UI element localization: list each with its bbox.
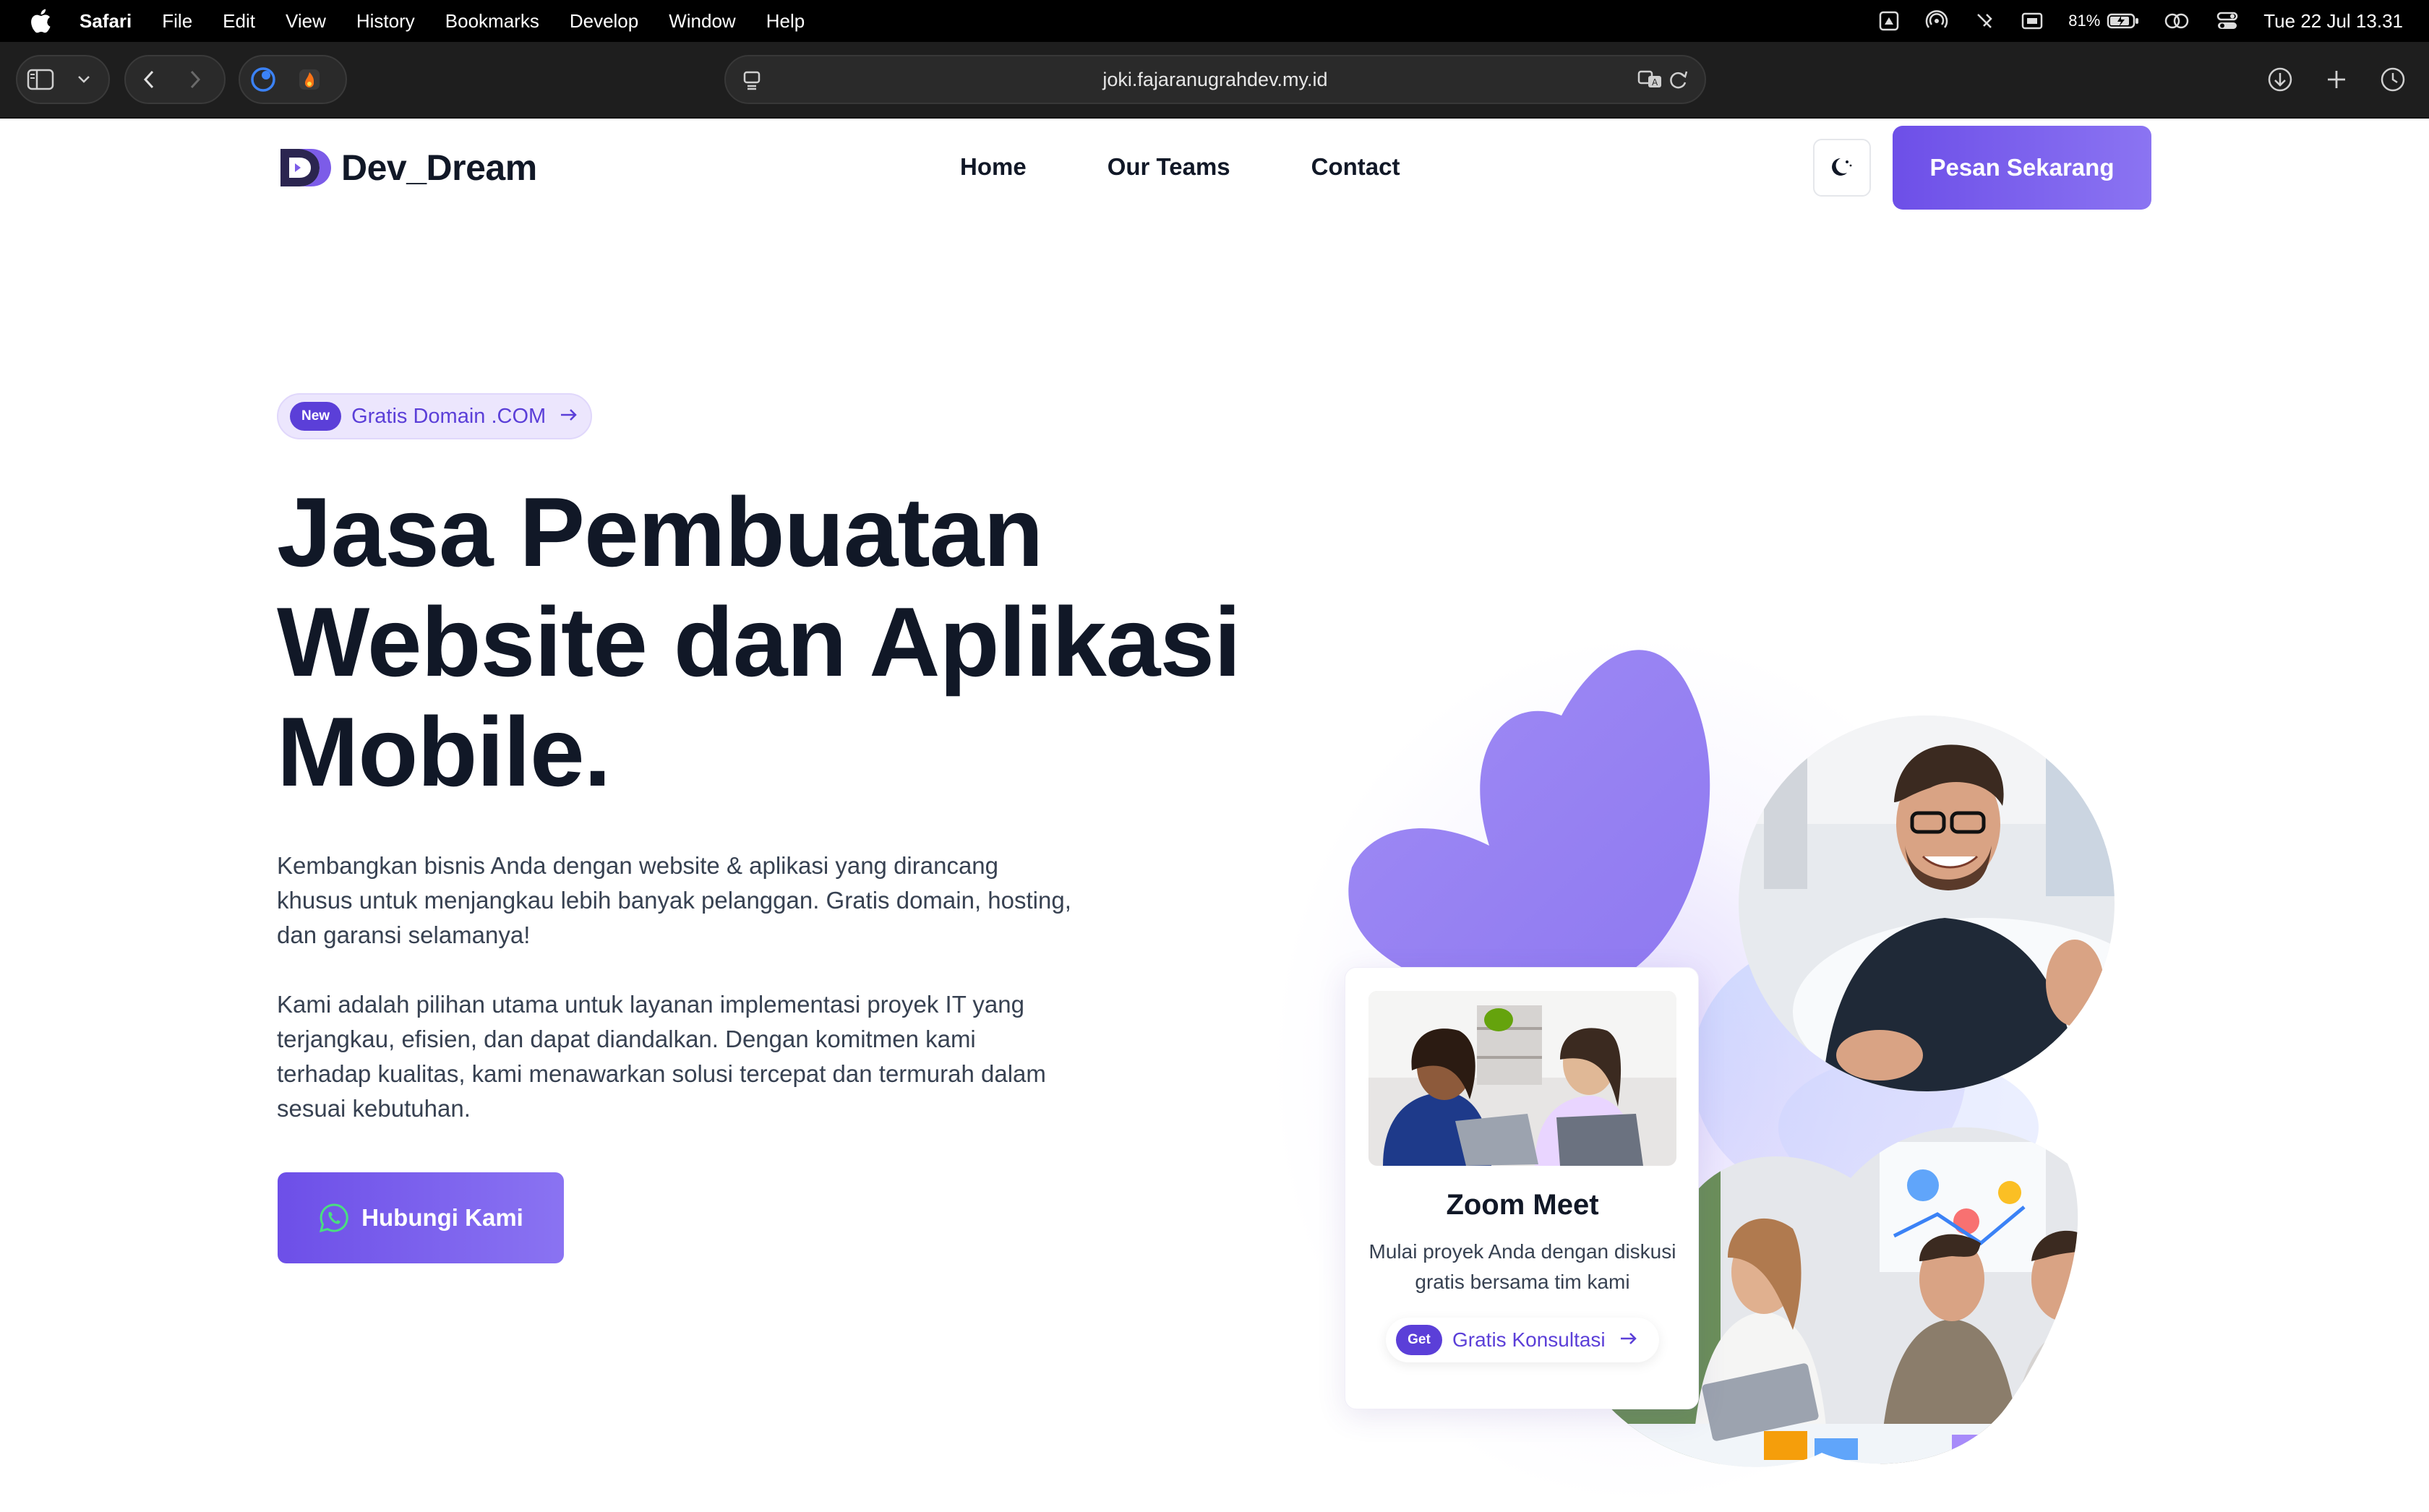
history-clock-icon[interactable] [2370, 55, 2416, 104]
browser-toolbar: joki.fajaranugrahdev.my.id A [0, 42, 2429, 119]
hubungi-kami-label: Hubungi Kami [361, 1204, 523, 1231]
menu-view[interactable]: View [286, 10, 326, 33]
site-header: Dev_Dream Home Our Teams Contact Pesan S… [0, 119, 2429, 217]
whatsapp-icon [320, 1203, 348, 1233]
screen-mirror-icon[interactable] [2159, 9, 2194, 33]
pen-slash-icon[interactable] [1970, 9, 1999, 33]
menu-develop[interactable]: Develop [570, 10, 638, 33]
hero-title-line-3: Mobile. [277, 697, 611, 807]
hero-title-line-1: Jasa Pembuatan [277, 477, 1043, 587]
battery-icon[interactable] [2106, 9, 2141, 33]
hero-paragraph-2: Kami adalah pilihan utama untuk layanan … [277, 991, 1046, 1122]
downloads-icon[interactable] [2257, 55, 2303, 104]
nav-home[interactable]: Home [960, 153, 1027, 181]
card-description: Mulai proyek Anda dengan diskusi gratis … [1368, 1240, 1676, 1293]
card-photo-two-women-laptops [1368, 991, 1676, 1166]
menu-edit[interactable]: Edit [223, 10, 255, 33]
pesan-sekarang-button[interactable]: Pesan Sekarang [1893, 126, 2151, 210]
theme-toggle-button[interactable] [1813, 139, 1871, 197]
zoom-meet-card: Zoom Meet Mulai proyek Anda dengan disku… [1345, 967, 1699, 1409]
battery-percent: 81% [2068, 12, 2101, 30]
display-icon[interactable] [2018, 9, 2047, 33]
chevron-down-icon[interactable] [64, 56, 104, 103]
new-badge-pill[interactable]: New Gratis Domain .COM [277, 393, 592, 439]
translate-icon[interactable]: A [1637, 66, 1664, 98]
back-arrow-icon[interactable] [126, 56, 172, 103]
card-title: Zoom Meet [1446, 1189, 1599, 1221]
dev-dream-logo-icon [280, 149, 331, 186]
extensions-group [239, 55, 347, 104]
menu-window[interactable]: Window [669, 10, 735, 33]
menu-help[interactable]: Help [766, 10, 805, 33]
gratis-konsultasi-link[interactable]: Get Gratis Konsultasi [1386, 1318, 1659, 1362]
moon-icon [1832, 158, 1852, 176]
menu-file[interactable]: File [162, 10, 192, 33]
arrow-right-icon [559, 407, 579, 426]
menu-clock[interactable]: Tue 22 Jul 13.31 [2263, 10, 2403, 33]
badge-text: Gratis Domain .COM [351, 404, 547, 428]
new-tab-plus-icon[interactable] [2313, 55, 2360, 104]
hubungi-kami-button[interactable]: Hubungi Kami [278, 1172, 564, 1263]
hero-title: Jasa Pembuatan Website dan Aplikasi Mobi… [277, 477, 1241, 807]
menu-history[interactable]: History [356, 10, 415, 33]
sidebar-toggle-group [16, 55, 110, 104]
sidebar-icon[interactable] [17, 56, 64, 103]
brand-logo[interactable]: Dev_Dream [278, 145, 537, 191]
nav-our-teams[interactable]: Our Teams [1108, 153, 1230, 181]
extension-blue-icon[interactable] [240, 56, 286, 103]
macos-menu-bar: Safari File Edit View History Bookmarks … [0, 0, 2429, 42]
hero-title-line-2: Website dan Aplikasi [277, 587, 1241, 697]
hero-paragraph-1: Kembangkan bisnis Anda dengan website & … [277, 852, 1071, 948]
drive-icon[interactable] [1875, 9, 1903, 33]
nav-contact[interactable]: Contact [1311, 153, 1400, 181]
apple-icon[interactable] [26, 7, 55, 35]
control-center-icon[interactable] [2213, 9, 2242, 33]
svg-text:A: A [1652, 77, 1658, 87]
menu-app-name[interactable]: Safari [80, 10, 132, 33]
gratis-konsultasi-label: Gratis Konsultasi [1452, 1328, 1606, 1351]
menu-bookmarks[interactable]: Bookmarks [445, 10, 539, 33]
main-nav: Home Our Teams Contact [960, 153, 1481, 181]
url-text[interactable]: joki.fajaranugrahdev.my.id [1102, 69, 1327, 91]
new-tag: New [290, 402, 342, 431]
forward-arrow-icon[interactable] [172, 56, 218, 103]
page-menu-icon[interactable] [739, 66, 765, 98]
extension-flame-icon[interactable] [286, 56, 333, 103]
arrow-right-icon [1619, 1331, 1639, 1350]
navigation-group [124, 55, 226, 104]
airdrop-icon[interactable] [1922, 9, 1951, 33]
address-bar[interactable]: joki.fajaranugrahdev.my.id A [724, 55, 1706, 104]
reload-icon[interactable] [1666, 66, 1692, 98]
brand-name: Dev_Dream [341, 147, 537, 188]
get-tag: Get [1396, 1325, 1442, 1355]
